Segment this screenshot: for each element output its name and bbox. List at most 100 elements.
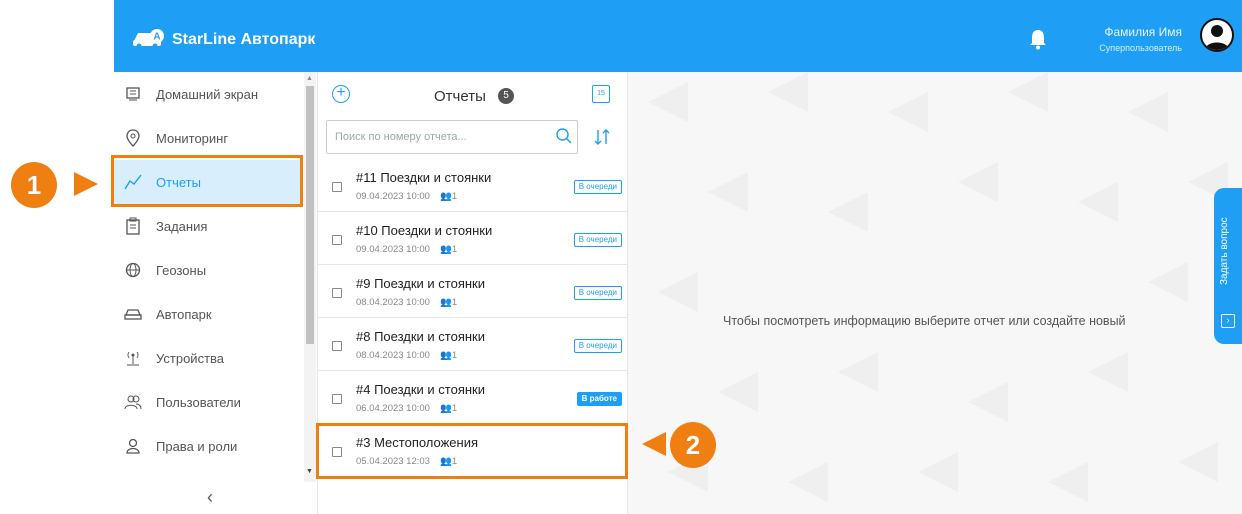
report-meta: 09.04.2023 10:00 👥1 xyxy=(356,191,457,202)
report-date: 08.04.2023 10:00 xyxy=(356,350,430,361)
empty-state-message: Чтобы посмотреть информацию выберите отч… xyxy=(723,314,1126,328)
search-input[interactable] xyxy=(327,121,547,153)
report-row[interactable]: #4 Поездки и стоянки 06.04.2023 10:00 👥1 … xyxy=(318,372,628,424)
report-title: #8 Поездки и стоянки xyxy=(356,329,485,344)
svg-text:A: A xyxy=(153,32,160,43)
sidebar-item-fleet[interactable]: Автопарк xyxy=(114,292,302,336)
report-row[interactable]: #8 Поездки и стоянки 08.04.2023 10:00 👥1 … xyxy=(318,319,628,371)
report-checkbox[interactable] xyxy=(332,182,342,192)
callout-frame-reports xyxy=(111,155,303,207)
report-title: #11 Поездки и стоянки xyxy=(356,170,492,185)
users-icon xyxy=(122,391,144,413)
report-title: #10 Поездки и стоянки xyxy=(356,223,493,238)
report-meta: 08.04.2023 10:00 👥1 xyxy=(356,297,457,308)
sidebar-scrollbar[interactable] xyxy=(304,72,316,482)
reports-title: Отчеты xyxy=(434,88,486,105)
report-date: 08.04.2023 10:00 xyxy=(356,297,430,308)
reports-count-badge: 5 xyxy=(498,88,514,104)
status-badge: В очереди xyxy=(573,339,622,353)
report-users-count: 1 xyxy=(451,403,458,414)
reports-header: + Отчеты 5 15 xyxy=(318,72,628,118)
antenna-icon xyxy=(122,347,144,369)
users-icon: 👥 xyxy=(439,297,452,308)
status-badge: В работе xyxy=(576,392,622,406)
sidebar-item-geozones[interactable]: Геозоны xyxy=(114,248,302,292)
scroll-up-icon[interactable]: ▲ xyxy=(306,75,313,82)
report-users-count: 1 xyxy=(451,350,458,361)
status-badge: В очереди xyxy=(573,286,622,300)
arrow-right-icon xyxy=(74,172,98,196)
collapse-sidebar-button[interactable]: ‹ xyxy=(207,487,213,508)
report-title: #9 Поездки и стоянки xyxy=(356,276,485,291)
report-view-area: Чтобы посмотреть информацию выберите отч… xyxy=(628,72,1242,514)
user-name[interactable]: Фамилия Имя xyxy=(1104,25,1182,39)
report-users-count: 1 xyxy=(451,297,458,308)
add-report-button[interactable]: + xyxy=(332,85,350,103)
globe-icon xyxy=(122,259,144,281)
avatar[interactable] xyxy=(1200,18,1234,52)
report-checkbox[interactable] xyxy=(332,341,342,351)
app-brand: StarLine Автопарк xyxy=(172,31,316,48)
location-pin-icon xyxy=(122,127,144,149)
report-row[interactable]: #9 Поездки и стоянки 08.04.2023 10:00 👥1 … xyxy=(318,266,628,318)
users-icon: 👥 xyxy=(439,191,452,202)
sidebar-item-roles[interactable]: Права и роли xyxy=(114,424,302,468)
sidebar-scroll-thumb[interactable] xyxy=(306,86,314,344)
sidebar-item-users[interactable]: Пользователи xyxy=(114,380,302,424)
app-header: A StarLine Автопарк Фамилия Имя Суперпол… xyxy=(114,0,1242,72)
callout-number-2: 2 xyxy=(670,422,716,468)
user-icon xyxy=(122,435,144,457)
users-icon: 👥 xyxy=(439,403,452,414)
search-box xyxy=(326,120,578,154)
home-screen-icon xyxy=(122,83,144,105)
sort-icon[interactable] xyxy=(592,127,612,147)
bell-icon[interactable] xyxy=(1028,28,1048,50)
sidebar-item-label: Мониторинг xyxy=(156,130,229,146)
starline-logo-icon[interactable]: A xyxy=(132,27,166,49)
sidebar-item-label: Права и роли xyxy=(156,438,238,454)
sidebar-item-home[interactable]: Домашний экран xyxy=(114,72,302,116)
sidebar-item-label: Пользователи xyxy=(156,394,241,410)
car-icon xyxy=(122,303,144,325)
report-users-count: 1 xyxy=(451,244,458,255)
ask-question-label[interactable]: Задать вопрос xyxy=(1219,196,1237,306)
report-users-count: 1 xyxy=(451,191,458,202)
report-row[interactable]: #10 Поездки и стоянки 09.04.2023 10:00 👥1… xyxy=(318,213,628,265)
sidebar-item-devices[interactable]: Устройства xyxy=(114,336,302,380)
user-role: Суперпользователь xyxy=(1099,43,1182,53)
report-checkbox[interactable] xyxy=(332,288,342,298)
sidebar-item-monitoring[interactable]: Мониторинг xyxy=(114,116,302,160)
report-meta: 06.04.2023 10:00 👥1 xyxy=(356,403,457,414)
sidebar-item-label: Геозоны xyxy=(156,262,207,278)
search-icon[interactable] xyxy=(555,127,573,145)
users-icon: 👥 xyxy=(439,244,452,255)
report-meta: 09.04.2023 10:00 👥1 xyxy=(356,244,457,255)
report-date: 09.04.2023 10:00 xyxy=(356,244,430,255)
report-date: 06.04.2023 10:00 xyxy=(356,403,430,414)
report-date: 09.04.2023 10:00 xyxy=(356,191,430,202)
sidebar-item-label: Автопарк xyxy=(156,306,212,322)
status-badge: В очереди xyxy=(573,180,622,194)
arrow-left-icon xyxy=(642,432,666,456)
report-meta: 08.04.2023 10:00 👥1 xyxy=(356,350,457,361)
calendar-icon[interactable]: 15 xyxy=(592,85,610,103)
sidebar: Домашний экран Мониторинг Отчеты Задания… xyxy=(114,72,318,514)
background-pattern xyxy=(648,72,1228,502)
report-checkbox[interactable] xyxy=(332,235,342,245)
callout-frame-location-report xyxy=(316,423,628,479)
clipboard-icon xyxy=(122,215,144,237)
sidebar-item-label: Задания xyxy=(156,218,208,234)
user-avatar-icon xyxy=(1205,25,1229,50)
report-row[interactable]: #11 Поездки и стоянки 09.04.2023 10:00 👥1… xyxy=(318,160,628,212)
callout-number-1: 1 xyxy=(11,162,57,208)
report-title: #4 Поездки и стоянки xyxy=(356,382,485,397)
users-icon: 👥 xyxy=(439,350,452,361)
scroll-down-icon[interactable]: ▼ xyxy=(306,468,313,475)
page: A StarLine Автопарк Фамилия Имя Суперпол… xyxy=(0,0,1242,514)
sidebar-item-tasks[interactable]: Задания xyxy=(114,204,302,248)
chat-icon[interactable]: › xyxy=(1221,314,1235,328)
report-checkbox[interactable] xyxy=(332,394,342,404)
sidebar-item-label: Устройства xyxy=(156,350,225,366)
status-badge: В очереди xyxy=(573,233,622,247)
sidebar-item-label: Домашний экран xyxy=(156,86,259,102)
